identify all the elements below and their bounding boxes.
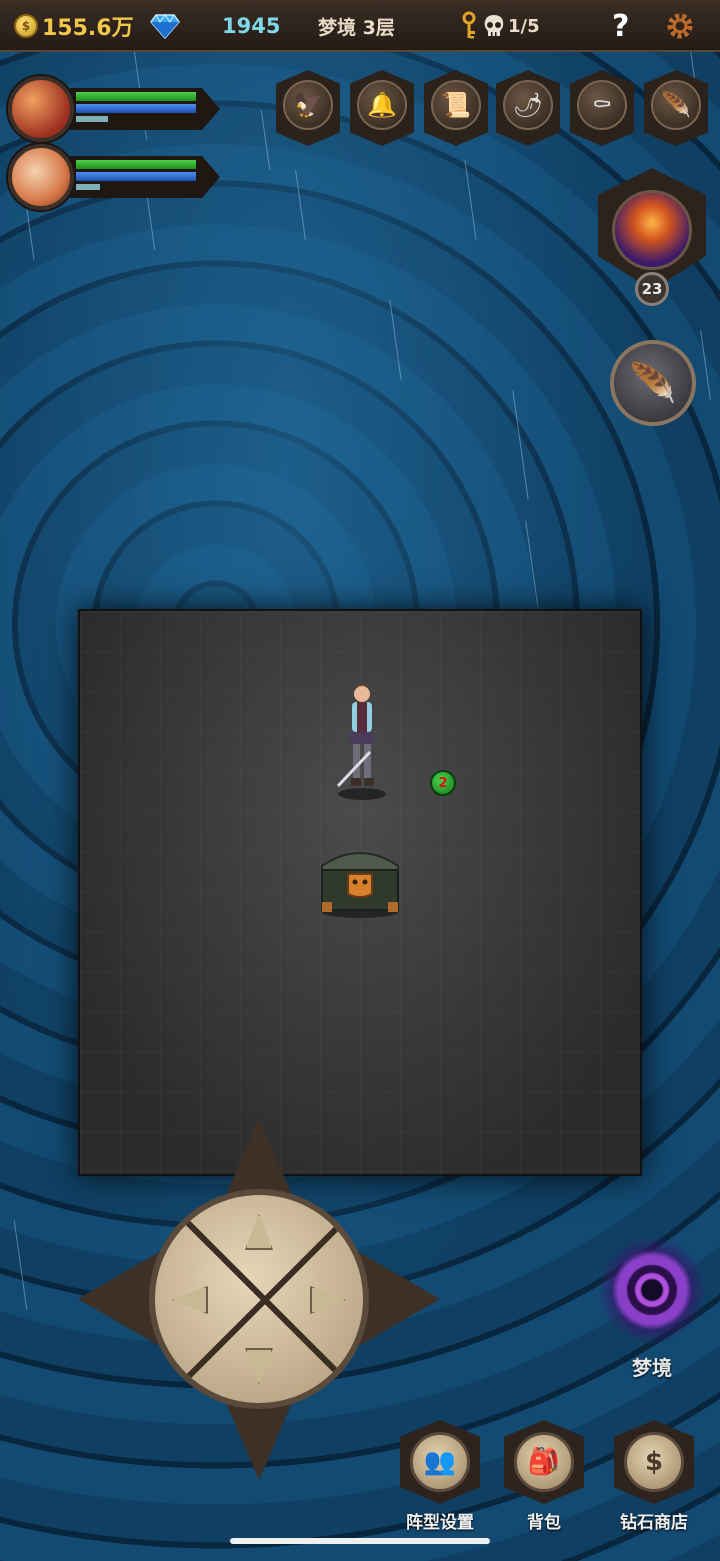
directional-pad[interactable] bbox=[78, 1118, 440, 1480]
crow-mask-icon: 🪶 bbox=[629, 360, 677, 405]
gold-amount: 155.6万 bbox=[42, 16, 134, 41]
rain-streak bbox=[260, 110, 271, 170]
hero-bars bbox=[70, 156, 220, 198]
gem-count: 1945 bbox=[222, 14, 281, 38]
item-slot-scroll[interactable]: 📜 bbox=[424, 70, 488, 146]
skill-button[interactable]: 🪶 bbox=[610, 340, 696, 426]
xp-bar bbox=[76, 184, 100, 190]
hero-portrait-witch bbox=[8, 144, 74, 210]
hero-portrait-warrior bbox=[8, 76, 74, 142]
enemy-count-marker[interactable]: 2 bbox=[430, 770, 456, 796]
boss-level-badge: 23 bbox=[635, 272, 669, 306]
rain-streak bbox=[389, 300, 402, 380]
dungeon-level: 梦境 3层 bbox=[318, 16, 395, 39]
hero-panel-1[interactable] bbox=[8, 76, 223, 146]
treasure-chest[interactable] bbox=[318, 840, 402, 918]
gear-icon bbox=[667, 13, 693, 39]
help-button[interactable]: ? bbox=[612, 0, 629, 52]
item-slot-coffin[interactable]: ⚰ bbox=[570, 70, 634, 146]
top-status-bar: $ 155.6万 1945 梦境 3层 1/5 ? bbox=[0, 0, 720, 52]
xp-bar bbox=[76, 116, 108, 122]
rain-streak bbox=[26, 210, 35, 260]
diamond-shop-label: 钻石商店 bbox=[620, 1513, 688, 1533]
item-slot-feather[interactable]: 🪶 bbox=[644, 70, 708, 146]
dollar-icon: $ bbox=[624, 1432, 684, 1492]
mp-bar bbox=[76, 172, 196, 181]
scroll-icon: 📜 bbox=[431, 80, 481, 130]
player-character[interactable] bbox=[330, 682, 394, 802]
rain-streak bbox=[700, 330, 711, 400]
fire-demon-icon bbox=[612, 190, 692, 270]
skull-icon bbox=[484, 15, 504, 36]
rain-streak bbox=[295, 170, 306, 240]
diamond-shop-button[interactable]: $ 钻石商店 bbox=[610, 1420, 698, 1533]
mp-bar bbox=[76, 104, 196, 113]
backpack-icon: 🎒 bbox=[514, 1432, 574, 1492]
item-slot-eagle-helmet[interactable]: 🦅 bbox=[276, 70, 340, 146]
item-slot-chili[interactable]: 🌶 bbox=[496, 70, 560, 146]
eagle-helmet-icon: 🦅 bbox=[283, 80, 333, 130]
feather-icon: 🪶 bbox=[651, 80, 701, 130]
diamond-icon bbox=[150, 14, 180, 39]
dungeon-level-wrap: 梦境 3层 bbox=[318, 0, 395, 52]
rain-streak bbox=[512, 390, 529, 500]
dream-portal-label: 梦境 bbox=[632, 1356, 672, 1380]
gem-display bbox=[150, 0, 180, 52]
gold-coin-icon: $ bbox=[14, 14, 38, 38]
settings-button[interactable] bbox=[664, 0, 696, 52]
hero-panel-2[interactable] bbox=[8, 144, 223, 214]
coffin-icon: ⚰ bbox=[577, 80, 627, 130]
backpack-label: 背包 bbox=[527, 1513, 561, 1533]
kill-count: 1/5 bbox=[508, 15, 540, 37]
hp-bar bbox=[76, 92, 196, 101]
home-indicator[interactable] bbox=[230, 1538, 490, 1544]
backpack-button[interactable]: 🎒 背包 bbox=[500, 1420, 588, 1533]
hero-bars bbox=[70, 88, 220, 130]
gold-display: $ 155.6万 bbox=[14, 0, 134, 52]
rain-streak bbox=[13, 1220, 28, 1310]
team-icon: 👥 bbox=[410, 1432, 470, 1492]
key-kill-display: 1/5 bbox=[460, 0, 540, 52]
question-mark-icon: ? bbox=[612, 8, 630, 44]
hp-bar bbox=[76, 160, 196, 169]
key-icon bbox=[462, 11, 476, 39]
chili-pepper-icon: 🌶 bbox=[503, 80, 553, 130]
formation-button[interactable]: 👥 阵型设置 bbox=[396, 1420, 484, 1533]
dream-portal-button[interactable] bbox=[598, 1236, 706, 1344]
item-slot-bell[interactable]: 🔔 bbox=[350, 70, 414, 146]
gem-count-wrap: 1945 bbox=[222, 0, 280, 52]
boss-portrait[interactable]: 23 bbox=[598, 168, 706, 306]
bell-icon: 🔔 bbox=[357, 80, 407, 130]
rain-streak bbox=[464, 160, 477, 240]
